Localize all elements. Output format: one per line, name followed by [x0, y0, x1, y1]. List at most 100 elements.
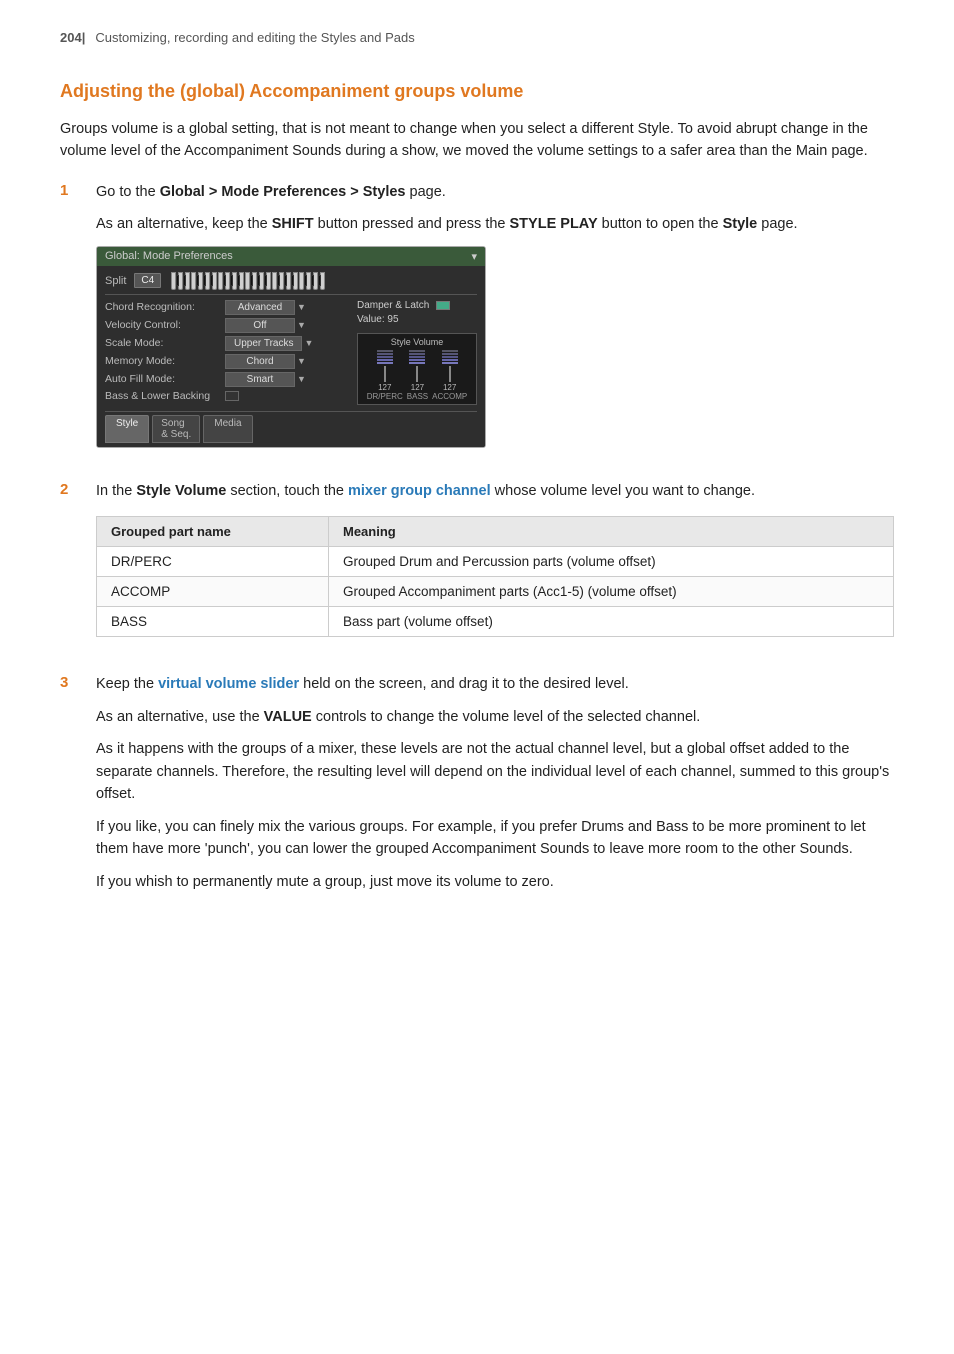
sv-accomp-group: 127 ACCOMP	[432, 350, 467, 401]
tab-song-seq[interactable]: Song& Seq.	[152, 415, 200, 443]
sv-accomp-lines	[442, 350, 458, 364]
step-1-num: 1	[60, 181, 78, 462]
step-1-shift: SHIFT	[272, 216, 314, 232]
ds-row-autofill: Auto Fill Mode: Smart ▼	[105, 372, 349, 387]
step-3-line-4: If you like, you can finely mix the vari…	[96, 816, 894, 861]
tab-style[interactable]: Style	[105, 415, 149, 443]
ds-label-autofill: Auto Fill Mode:	[105, 373, 225, 385]
ds-label-bass-lower: Bass & Lower Backing	[105, 390, 225, 402]
step-2-style-volume: Style Volume	[136, 483, 226, 499]
device-left-settings: Chord Recognition: Advanced ▼ Velocity C…	[105, 300, 349, 405]
ds-row-memory: Memory Mode: Chord ▼	[105, 354, 349, 369]
step-1-line-2: As an alternative, keep the SHIFT button…	[96, 213, 894, 235]
step-1-content: Go to the Global > Mode Preferences > St…	[96, 181, 894, 462]
ds-value-autofill: Smart	[225, 372, 295, 387]
ds-arrow-velocity: ▼	[297, 320, 306, 330]
ds-damper-label: Damper & Latch	[357, 300, 429, 311]
ds-value-scale: Upper Tracks	[225, 336, 302, 351]
sv-drperc-group: 127 DR/PERC	[367, 350, 403, 401]
step-2-content: In the Style Volume section, touch the m…	[96, 480, 894, 655]
step-3-line-3: As it happens with the groups of a mixer…	[96, 738, 894, 805]
ds-row-bass-lower: Bass & Lower Backing	[105, 390, 349, 402]
device-right-settings: Damper & Latch Value: 95 Style Volume	[357, 300, 477, 405]
intro-paragraph: Groups volume is a global setting, that …	[60, 118, 894, 163]
ds-label-memory: Memory Mode:	[105, 355, 225, 367]
table-cell-bass-name: BASS	[97, 607, 329, 637]
step-3-line-2: As an alternative, use the VALUE control…	[96, 706, 894, 728]
split-label: Split	[105, 275, 126, 287]
step-1-style: Style	[723, 216, 758, 232]
table-row: DR/PERC Grouped Drum and Percussion part…	[97, 547, 894, 577]
page-subtitle: Customizing, recording and editing the S…	[95, 30, 414, 45]
device-tabs: Style Song& Seq. Media	[105, 411, 477, 443]
section-title: Adjusting the (global) Accompaniment gro…	[60, 81, 894, 102]
table-row: ACCOMP Grouped Accompaniment parts (Acc1…	[97, 577, 894, 607]
page-number: 204|	[60, 30, 85, 45]
table-row: BASS Bass part (volume offset)	[97, 607, 894, 637]
sv-accomp-label: ACCOMP	[432, 392, 467, 401]
table-cell-accomp-meaning: Grouped Accompaniment parts (Acc1-5) (vo…	[329, 577, 894, 607]
ds-value-chord-recog: Advanced	[225, 300, 295, 315]
table-header-meaning: Meaning	[329, 517, 894, 547]
sv-bass-lines	[409, 350, 425, 364]
device-panel: Global: Mode Preferences ▾ Split C4	[96, 246, 486, 448]
sv-bass-group: 127 BASS	[407, 350, 428, 401]
step-3-num: 3	[60, 673, 78, 903]
step-2-text: In the Style Volume section, touch the m…	[96, 480, 894, 502]
bass-lower-toggle[interactable]	[225, 391, 239, 401]
sv-drperc-value: 127	[378, 383, 391, 392]
sv-accomp-value: 127	[443, 383, 456, 392]
step-3-content: Keep the virtual volume slider held on t…	[96, 673, 894, 903]
step-2-mixer: mixer group channel	[348, 483, 491, 499]
sv-bars-container: 127 DR/PERC	[362, 350, 472, 401]
page-header: 204| Customizing, recording and editing …	[60, 30, 894, 53]
split-value: C4	[134, 273, 161, 288]
sv-drperc-label: DR/PERC	[367, 392, 403, 401]
sv-title: Style Volume	[362, 337, 472, 347]
ds-label-chord-recog: Chord Recognition:	[105, 301, 225, 313]
ds-row-scale: Scale Mode: Upper Tracks ▼	[105, 336, 349, 351]
step-3-line-5: If you whish to permanently mute a group…	[96, 871, 894, 893]
table-cell-drperc-meaning: Grouped Drum and Percussion parts (volum…	[329, 547, 894, 577]
ds-value-label: Value: 95	[357, 314, 477, 325]
ds-arrow-memory: ▼	[297, 356, 306, 366]
ds-damper-toggle[interactable]	[436, 301, 450, 310]
table-header-name: Grouped part name	[97, 517, 329, 547]
ds-arrow-chord-recog: ▼	[297, 302, 306, 312]
table-cell-bass-meaning: Bass part (volume offset)	[329, 607, 894, 637]
step-3-vvs: virtual volume slider	[158, 676, 299, 692]
device-split-row: Split C4	[105, 272, 477, 290]
device-titlebar: Global: Mode Preferences ▾	[97, 247, 485, 266]
style-volume-widget: Style Volume	[357, 333, 477, 405]
ds-damper: Damper & Latch	[357, 300, 477, 311]
step-2-num: 2	[60, 480, 78, 655]
sv-drperc-lines	[377, 350, 393, 364]
device-title: Global: Mode Preferences	[105, 250, 233, 262]
step-3: 3 Keep the virtual volume slider held on…	[60, 673, 894, 903]
step-2: 2 In the Style Volume section, touch the…	[60, 480, 894, 655]
device-body: Split C4	[97, 266, 485, 447]
step-1-line-1: Go to the Global > Mode Preferences > St…	[96, 181, 894, 203]
device-settings-row: Chord Recognition: Advanced ▼ Velocity C…	[105, 300, 477, 405]
mini-keyboard	[171, 272, 477, 290]
step-3-value: VALUE	[264, 709, 312, 725]
ds-arrow-autofill: ▼	[297, 374, 306, 384]
grouped-parts-table: Grouped part name Meaning DR/PERC Groupe…	[96, 516, 894, 637]
ds-row-velocity: Velocity Control: Off ▼	[105, 318, 349, 333]
step-3-line-1: Keep the virtual volume slider held on t…	[96, 673, 894, 695]
ds-value-memory: Chord	[225, 354, 295, 369]
ds-arrow-scale: ▼	[304, 338, 313, 348]
ds-label-scale: Scale Mode:	[105, 337, 225, 349]
step-1-bold-1: Global > Mode Preferences > Styles	[160, 184, 406, 200]
tab-media[interactable]: Media	[203, 415, 252, 443]
sv-bass-value: 127	[411, 383, 424, 392]
ds-label-velocity: Velocity Control:	[105, 319, 225, 331]
sv-bass-label: BASS	[407, 392, 428, 401]
ds-value-velocity: Off	[225, 318, 295, 333]
table-cell-accomp-name: ACCOMP	[97, 577, 329, 607]
step-1-styleplay: STYLE PLAY	[510, 216, 598, 232]
device-arrow: ▾	[471, 250, 477, 263]
table-cell-drperc-name: DR/PERC	[97, 547, 329, 577]
ds-row-chord-recog: Chord Recognition: Advanced ▼	[105, 300, 349, 315]
step-1: 1 Go to the Global > Mode Preferences > …	[60, 181, 894, 462]
